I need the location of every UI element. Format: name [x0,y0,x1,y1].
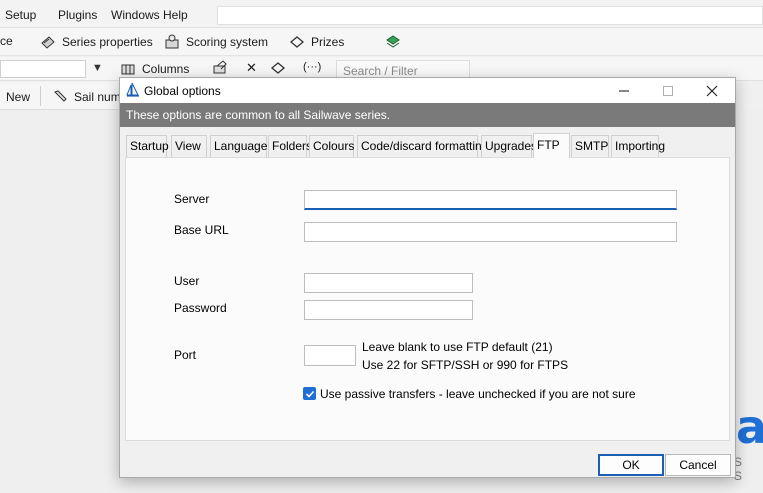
minimize-icon [619,89,629,92]
dialog-info-bar: These options are common to all Sailwave… [120,103,735,127]
base-url-label: Base URL [174,223,229,237]
server-label: Server [174,192,210,206]
series-properties-icon [41,36,55,49]
close-x-icon[interactable]: ✕ [246,60,257,76]
prizes-button[interactable]: Prizes [289,34,344,50]
scoring-system-icon [165,34,179,49]
tab-folders[interactable]: Folders [268,135,312,157]
columns-label: Columns [142,62,190,76]
ok-button[interactable]: OK [598,454,664,476]
minimize-button[interactable] [602,78,646,103]
port-hint-default: Leave blank to use FTP default (21) [362,340,553,354]
dropdown-arrow-icon[interactable]: ▼ [92,62,103,74]
tab-view[interactable]: View [171,135,207,157]
close-icon [706,85,718,96]
app-logo-sub: S S [734,455,749,483]
tab-language[interactable]: Language [210,135,267,157]
new-button[interactable]: New [6,90,30,104]
series-properties-button[interactable]: Series properties [40,34,153,50]
global-options-dialog: Global options These options are common … [119,77,736,478]
tab-code-discard-formatting[interactable]: Code/discard formatting [357,135,488,157]
cancel-button[interactable]: Cancel [665,454,731,476]
layers-icon [386,35,400,48]
prizes-label: Prizes [311,35,345,49]
base-url-input[interactable] [304,222,677,242]
scoring-system-label: Scoring system [186,35,269,49]
series-properties-label: Series properties [62,35,153,49]
dialog-titlebar[interactable]: Global options [120,78,735,103]
ftp-tab-panel: Server Base URL User Password Port Leave… [125,157,730,441]
password-label: Password [174,301,227,315]
user-input[interactable] [304,273,473,293]
tab-smtp[interactable]: SMTP [571,135,609,157]
close-button[interactable] [690,78,734,103]
tab-upgrades[interactable]: Upgrades [481,135,537,157]
port-hint-sftp: Use 22 for SFTP/SSH or 990 for FTPS [362,358,569,372]
server-input[interactable] [304,190,677,210]
filter-icon [270,62,286,74]
menu-setup[interactable]: Setup [5,8,36,22]
passive-transfers-checkbox[interactable] [303,387,316,400]
sail-number-button[interactable]: Sail num [52,89,121,105]
maximize-icon [663,85,673,96]
layers-button[interactable] [385,34,401,50]
tab-colours[interactable]: Colours [309,135,354,157]
maximize-button [646,78,690,103]
code-icon[interactable]: (···) [303,61,321,73]
sail-icon [54,90,67,102]
edit-button[interactable] [212,60,228,76]
dialog-app-icon [126,82,139,97]
app-logo-fragment: a [736,400,763,454]
dialog-title: Global options [144,84,221,98]
tab-importing[interactable]: Importing [611,135,665,157]
tab-startup[interactable]: Startup [126,135,169,157]
series-combo[interactable] [0,60,86,78]
app-toolbar-entries: New Sail num [0,82,121,110]
menu-plugins[interactable]: Plugins [58,8,97,22]
sail-number-label: Sail num [74,90,121,104]
edit-icon [213,60,227,74]
prizes-icon [289,36,305,48]
toolbar-left-fragment[interactable]: ce [0,34,13,48]
columns-button[interactable]: Columns [120,61,189,77]
columns-icon [121,64,135,75]
port-label: Port [174,348,197,362]
app-menubar: Setup Plugins Windows Help [0,0,763,28]
checkmark-icon [305,390,314,398]
passive-transfers-label[interactable]: Use passive transfers - leave unchecked … [320,387,636,401]
scoring-system-button[interactable]: Scoring system [164,34,268,50]
user-label: User [174,274,200,288]
filter-button[interactable] [270,60,286,76]
menu-windows-help[interactable]: Windows Help [111,8,188,22]
port-input[interactable] [304,345,356,366]
tab-ftp[interactable]: FTP [533,133,570,158]
menubar-field [217,6,763,25]
app-toolbar-main: ce Series properties Scoring system Priz… [0,28,763,56]
password-input[interactable] [304,300,473,320]
toolbar-divider [40,86,41,106]
